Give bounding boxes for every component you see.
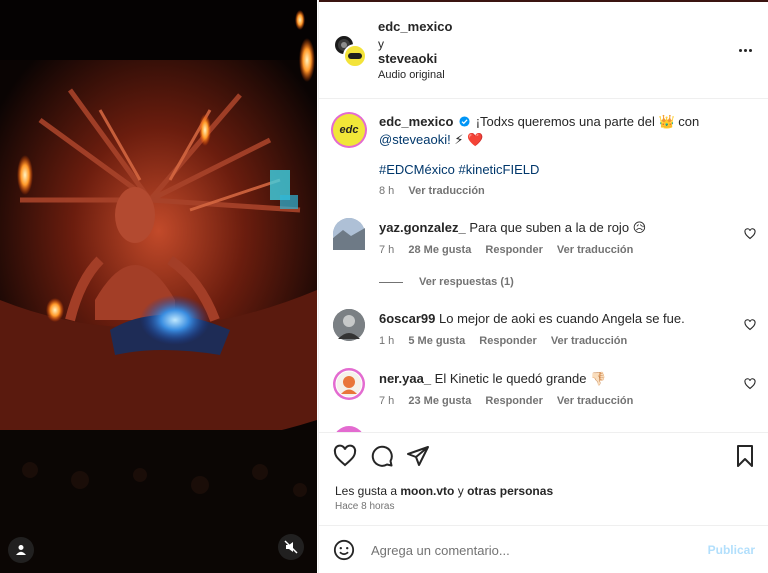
- comment-time: 7 h: [379, 395, 395, 407]
- comments-section[interactable]: edc edc_mexico ¡Todxs queremos una parte…: [319, 100, 768, 433]
- more-options-button[interactable]: [735, 40, 755, 60]
- likes-middle: y: [457, 484, 464, 498]
- comment-icon[interactable]: [370, 444, 394, 468]
- avatar-steveaoki[interactable]: [343, 44, 367, 68]
- caption-emojis: ⚡ ❤️: [454, 132, 484, 147]
- comment-body: El Kinetic le quedó grande 👎🏻: [434, 371, 607, 386]
- translate-link[interactable]: Ver traducción: [557, 244, 633, 256]
- post-timestamp[interactable]: Hace 8 horas: [335, 501, 394, 512]
- more-options-dot: [748, 48, 752, 52]
- comment-body: Para que suben a la de rojo 😥: [469, 220, 647, 235]
- comment-input[interactable]: [371, 541, 691, 559]
- emoji-icon[interactable]: [333, 539, 355, 561]
- comment-avatar[interactable]: [333, 426, 365, 432]
- likes-prefix: Les gusta a: [335, 484, 398, 498]
- user-tag-icon: [16, 545, 26, 555]
- comment-text: 6oscar99 Lo mejor de aoki es cuando Ange…: [379, 310, 749, 328]
- comment-likes[interactable]: 28 Me gusta: [408, 244, 471, 256]
- comment-text: ner.yaa_ El Kinetic le quedó grande 👎🏻: [379, 370, 749, 388]
- comment-time: 1 h: [379, 335, 395, 347]
- translate-link[interactable]: Ver traducción: [551, 335, 627, 347]
- add-comment-bar: Publicar: [319, 527, 768, 573]
- comment-likes[interactable]: 23 Me gusta: [408, 395, 471, 407]
- comment-meta: 7 h 28 Me gusta Responder Ver traducción: [379, 244, 644, 256]
- caption-avatar[interactable]: edc: [331, 112, 367, 148]
- caption-mention[interactable]: @steveaoki!: [379, 132, 451, 147]
- heart-icon[interactable]: [744, 319, 756, 331]
- comment-time: 7 h: [379, 244, 395, 256]
- reply-button[interactable]: Responder: [479, 335, 536, 347]
- comment-avatar[interactable]: [333, 309, 365, 341]
- comment-likes[interactable]: 5 Me gusta: [408, 335, 465, 347]
- avatar-photo: [333, 218, 365, 250]
- caption-username[interactable]: edc_mexico: [379, 114, 453, 129]
- user-tag-button[interactable]: [8, 537, 34, 563]
- caption-text: edc_mexico ¡Todxs queremos una parte del…: [379, 113, 749, 149]
- share-icon[interactable]: [406, 444, 430, 468]
- comment-avatar[interactable]: [333, 218, 365, 250]
- collab-avatars[interactable]: [333, 34, 367, 68]
- more-options-dot: [743, 48, 747, 52]
- author-username[interactable]: edc_mexico: [378, 19, 452, 34]
- caption-time: 8 h: [379, 185, 395, 197]
- collab-joiner: y: [378, 37, 384, 51]
- likes-others[interactable]: otras personas: [467, 484, 553, 498]
- collaborator-username[interactable]: steveaoki: [378, 51, 437, 66]
- muted-audio-icon: [284, 540, 298, 554]
- edc-logo-icon: [348, 53, 362, 59]
- translate-link[interactable]: Ver traducción: [557, 395, 633, 407]
- likes-user[interactable]: moon.vto: [400, 484, 454, 498]
- verified-badge-icon: [459, 116, 470, 127]
- post-header: edc_mexico y steveaoki Audio original: [319, 0, 768, 99]
- comment-meta: 7 h 23 Me gusta Responder Ver traducción: [379, 395, 644, 407]
- likes-summary[interactable]: Les gusta a moon.vto y otras personas: [335, 484, 553, 498]
- avatar-photo: [335, 370, 363, 398]
- audio-label[interactable]: Audio original: [378, 69, 445, 81]
- post-actions: Les gusta a moon.vto y otras personas Ha…: [319, 434, 768, 526]
- comment-username[interactable]: 6oscar99: [379, 311, 435, 326]
- comment-avatar[interactable]: [333, 368, 365, 400]
- more-options-icon: [738, 48, 742, 52]
- comment-username[interactable]: yaz.gonzalez_: [379, 220, 466, 235]
- view-replies-button[interactable]: Ver respuestas (1): [419, 276, 514, 288]
- caption-body: ¡Todxs queremos una parte del 👑 con: [475, 114, 700, 129]
- heart-icon[interactable]: [333, 444, 357, 468]
- comment-body: Lo mejor de aoki es cuando Angela se fue…: [439, 311, 685, 326]
- caption-meta: 8 h Ver traducción: [379, 185, 496, 197]
- reply-button[interactable]: Responder: [485, 395, 542, 407]
- publish-button[interactable]: Publicar: [708, 543, 755, 557]
- heart-icon[interactable]: [744, 378, 756, 390]
- comment-meta: 1 h 5 Me gusta Responder Ver traducción: [379, 335, 638, 347]
- heart-icon[interactable]: [744, 228, 756, 240]
- stage-scene-image: [0, 0, 317, 573]
- post-video[interactable]: [0, 0, 317, 573]
- reply-button[interactable]: Responder: [485, 244, 542, 256]
- caption-translate-link[interactable]: Ver traducción: [408, 185, 484, 197]
- replies-divider: [379, 282, 403, 283]
- comment-username[interactable]: ner.yaa_: [379, 371, 431, 386]
- caption-hashtags[interactable]: #EDCMéxico #kineticFIELD: [379, 161, 749, 179]
- edc-logo: edc: [333, 114, 365, 146]
- post-details-panel: edc_mexico y steveaoki Audio original ed…: [318, 0, 768, 573]
- mute-toggle-button[interactable]: [278, 534, 304, 560]
- bookmark-icon[interactable]: [733, 444, 757, 468]
- comment-text: yaz.gonzalez_ Para que suben a la de roj…: [379, 219, 749, 237]
- avatar-photo: [333, 309, 365, 341]
